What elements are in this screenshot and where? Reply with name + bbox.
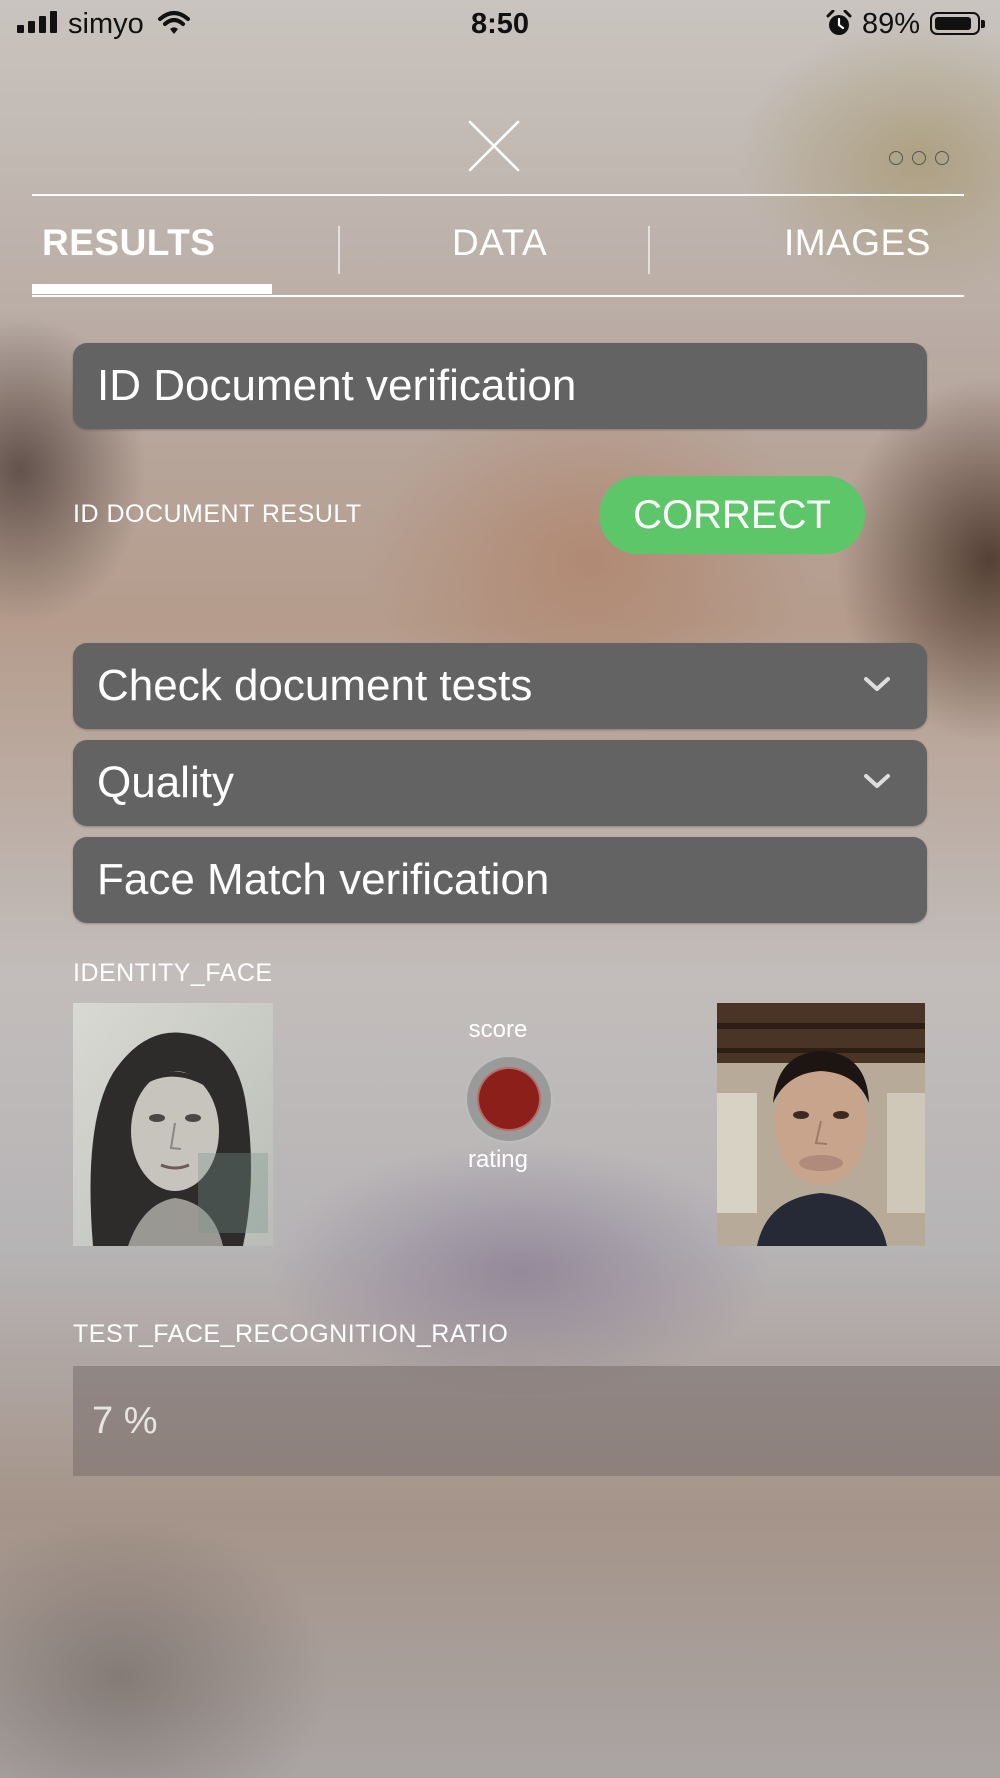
selfie-face-image[interactable] bbox=[717, 1003, 925, 1246]
tab-images[interactable]: IMAGES bbox=[784, 222, 931, 264]
tab-data[interactable]: DATA bbox=[452, 222, 547, 264]
face-match-verification-header: Face Match verification bbox=[73, 837, 927, 923]
battery-percent: 89% bbox=[862, 8, 921, 40]
result-status-badge: CORRECT bbox=[599, 476, 865, 554]
face-recognition-ratio-value: 7 % bbox=[92, 1399, 158, 1442]
face-recognition-ratio-value-field: 7 % bbox=[73, 1366, 1000, 1476]
id-document-result-label: ID DOCUMENT RESULT bbox=[73, 500, 362, 528]
section-title: Check document tests bbox=[97, 661, 533, 710]
score-label: score bbox=[468, 1016, 528, 1043]
rating-indicator bbox=[465, 1055, 553, 1143]
alarm-icon bbox=[826, 10, 852, 35]
chevron-down-icon bbox=[864, 774, 890, 788]
id-document-verification-header: ID Document verification bbox=[73, 343, 927, 429]
tabs-divider bbox=[32, 295, 964, 297]
active-tab-indicator bbox=[32, 284, 272, 294]
id-document-face-image[interactable] bbox=[73, 1003, 273, 1246]
battery-icon bbox=[930, 12, 985, 35]
identity-face-label: IDENTITY_FACE bbox=[73, 959, 273, 987]
chevron-down-icon bbox=[864, 677, 890, 691]
quality-dropdown[interactable]: Quality bbox=[73, 740, 927, 826]
tab-results[interactable]: RESULTS bbox=[42, 222, 215, 264]
header-divider bbox=[32, 194, 964, 196]
more-dots-icon[interactable] bbox=[889, 151, 949, 165]
section-title: Face Match verification bbox=[97, 855, 550, 904]
section-title: Quality bbox=[97, 758, 234, 807]
check-document-tests-dropdown[interactable]: Check document tests bbox=[73, 643, 927, 729]
rating-label: rating bbox=[467, 1146, 529, 1173]
face-recognition-ratio-label: TEST_FACE_RECOGNITION_RATIO bbox=[73, 1320, 509, 1348]
tab-separator bbox=[648, 226, 650, 274]
section-title: ID Document verification bbox=[97, 361, 577, 410]
status-bar: simyo 8:50 89% bbox=[0, 0, 1000, 50]
close-icon[interactable] bbox=[466, 118, 522, 174]
tab-separator bbox=[338, 226, 340, 274]
